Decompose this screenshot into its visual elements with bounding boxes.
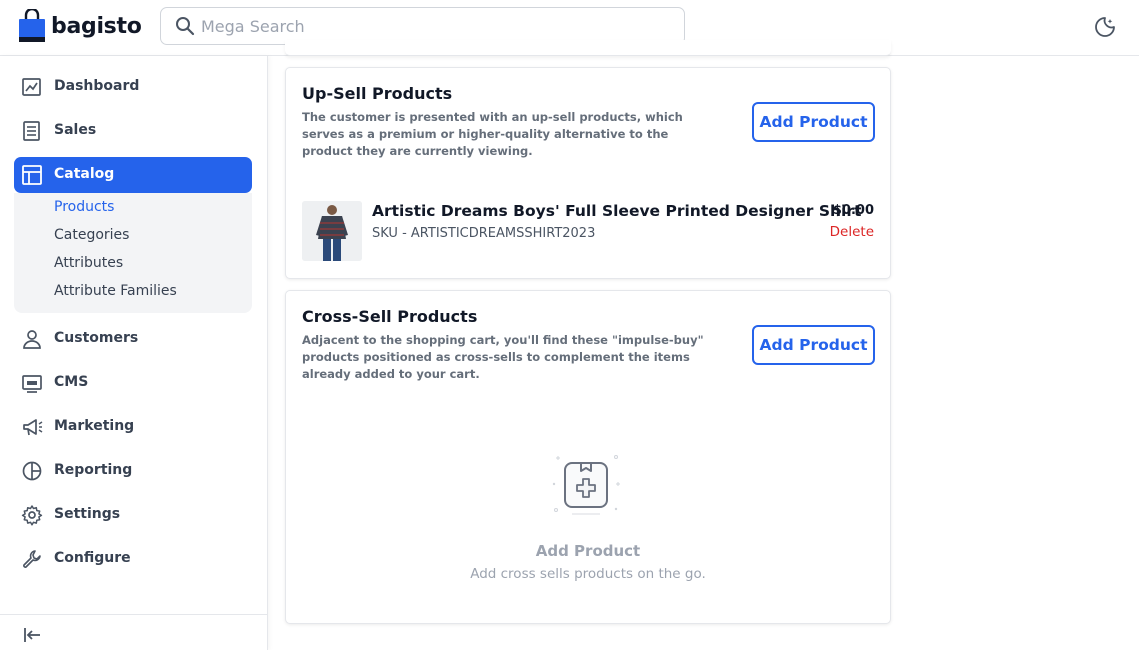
- customers-icon: [23, 330, 41, 349]
- sidebar-item-label: Reporting: [54, 462, 133, 478]
- submenu-item-attributes[interactable]: Attributes: [54, 255, 123, 271]
- dashboard-icon: [22, 78, 41, 96]
- sidebar-item-dashboard[interactable]: Dashboard: [14, 69, 252, 105]
- catalog-icon: [22, 165, 42, 185]
- sidebar-item-marketing[interactable]: Marketing: [14, 409, 252, 445]
- sidebar-item-cms[interactable]: CMS: [14, 365, 252, 401]
- bag-logo-icon: [19, 9, 45, 42]
- sidebar: Dashboard Sales Catalog Products Categor…: [0, 56, 268, 650]
- sidebar-footer: [0, 614, 268, 650]
- product-delete-link[interactable]: Delete: [830, 224, 874, 240]
- sales-icon: [23, 121, 40, 141]
- configure-icon: [23, 550, 41, 568]
- brand-name: bagisto: [51, 13, 142, 39]
- empty-state-subtitle: Add cross sells products on the go.: [470, 566, 706, 582]
- sidebar-item-label: Customers: [54, 330, 139, 346]
- submenu-item-attribute-families[interactable]: Attribute Families: [54, 283, 177, 299]
- add-product-placeholder-icon: [552, 455, 620, 515]
- sidebar-item-label: Configure: [54, 550, 131, 566]
- crosssell-add-product-button[interactable]: Add Product: [752, 325, 875, 365]
- catalog-submenu: Products Categories Attributes Attribute…: [14, 193, 252, 313]
- sidebar-item-label: Marketing: [54, 418, 135, 434]
- sidebar-item-sales[interactable]: Sales: [14, 113, 252, 149]
- moon-icon[interactable]: [1093, 15, 1117, 39]
- cms-icon: [22, 375, 42, 393]
- sidebar-item-configure[interactable]: Configure: [14, 541, 252, 577]
- sidebar-item-label: Sales: [54, 122, 97, 138]
- brand-logo[interactable]: bagisto: [18, 9, 142, 43]
- sidebar-item-label: Catalog: [54, 166, 115, 182]
- upsell-description: The customer is presented with an up-sel…: [302, 110, 683, 158]
- product-price: $0.00: [832, 203, 874, 218]
- sidebar-item-reporting[interactable]: Reporting: [14, 453, 252, 489]
- upsell-add-product-button[interactable]: Add Product: [752, 102, 875, 142]
- previous-card-bottom: [285, 40, 891, 56]
- search-icon: [176, 17, 195, 36]
- crosssell-title: Cross-Sell Products: [302, 307, 478, 326]
- sidebar-item-catalog[interactable]: Catalog: [14, 157, 252, 193]
- sidebar-item-customers[interactable]: Customers: [14, 321, 252, 357]
- sidebar-item-label: CMS: [54, 374, 89, 390]
- submenu-item-categories[interactable]: Categories: [54, 227, 129, 243]
- product-name[interactable]: Artistic Dreams Boys' Full Sleeve Printe…: [372, 202, 861, 220]
- sidebar-item-settings[interactable]: Settings: [14, 497, 252, 533]
- product-sku: SKU - ARTISTICDREAMSSHIRT2023: [372, 226, 596, 241]
- submenu-item-products[interactable]: Products: [54, 199, 114, 215]
- search-input[interactable]: [201, 8, 671, 44]
- sidebar-item-label: Dashboard: [54, 78, 140, 94]
- shirt-product-image: [302, 201, 362, 261]
- crosssell-card: Cross-Sell Products Adjacent to the shop…: [285, 290, 891, 624]
- marketing-icon: [23, 419, 43, 436]
- sidebar-item-label: Settings: [54, 506, 121, 522]
- empty-state-title: Add Product: [535, 542, 641, 560]
- upsell-title: Up-Sell Products: [302, 84, 453, 103]
- crosssell-description: Adjacent to the shopping cart, you'll fi…: [302, 333, 704, 381]
- upsell-card: Up-Sell Products The customer is present…: [285, 67, 891, 279]
- collapse-sidebar-icon[interactable]: [22, 625, 42, 645]
- settings-icon: [21, 505, 43, 526]
- product-thumbnail[interactable]: [302, 201, 362, 261]
- reporting-icon: [22, 461, 42, 481]
